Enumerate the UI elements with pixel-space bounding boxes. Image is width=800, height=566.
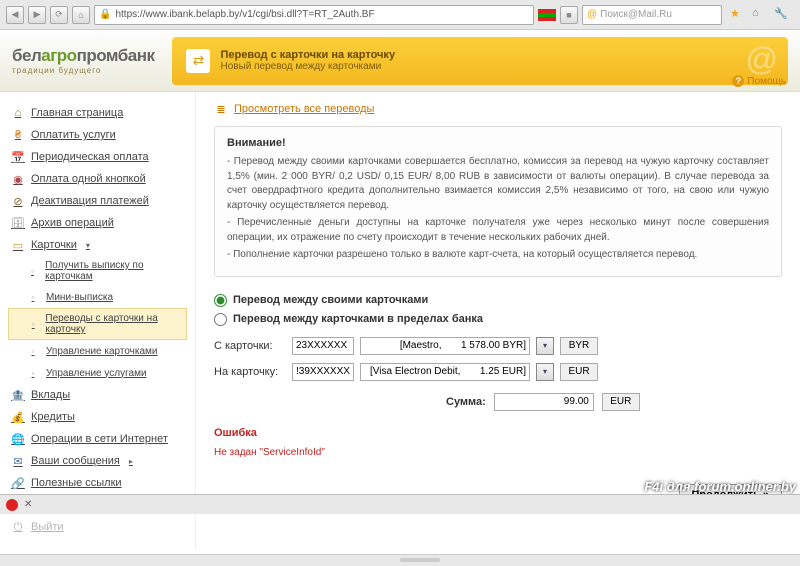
- sidebar-sub-statement[interactable]: ▫Получить выписку по карточкам: [8, 256, 187, 286]
- to-card-number[interactable]: [292, 363, 354, 381]
- link-icon: 🔗: [11, 476, 25, 490]
- doc-icon: ▫: [26, 290, 40, 304]
- doc-icon: ▫: [26, 264, 39, 278]
- home-icon: ⌂: [11, 106, 25, 120]
- archive-icon: 🗄: [11, 216, 25, 230]
- stop-button[interactable]: ■: [560, 6, 578, 24]
- back-button[interactable]: ◀: [6, 6, 24, 24]
- warning-title: Внимание!: [227, 137, 769, 149]
- radio-own-cards[interactable]: Перевод между своими карточками: [214, 291, 782, 310]
- logo-tagline: традиции будущего: [12, 66, 154, 75]
- sidebar-item-home[interactable]: ⌂Главная страница: [8, 102, 187, 124]
- sidebar-sub-transfer[interactable]: ▫Переводы с карточки на карточку: [8, 308, 187, 340]
- banner-icon: ⇄: [186, 49, 210, 73]
- card-icon: ▭: [11, 238, 25, 252]
- status-indicator-icon: [6, 499, 18, 511]
- sidebar-item-messages[interactable]: ✉Ваши сообщения▸: [8, 450, 187, 472]
- credit-icon: 💰: [11, 410, 25, 424]
- sidebar-item-pay[interactable]: ₴Оплатить услуги: [8, 124, 187, 146]
- sidebar-item-internet[interactable]: 🌐Операции в сети Интернет: [8, 428, 187, 450]
- reload-button[interactable]: ⟳: [50, 6, 68, 24]
- from-account-select[interactable]: [360, 337, 530, 355]
- search-placeholder: Поиск@Mail.Ru: [600, 9, 672, 20]
- help-link[interactable]: Помощь: [732, 75, 786, 87]
- status-close[interactable]: ✕: [24, 499, 32, 510]
- doc-icon: ▫: [26, 344, 40, 358]
- banner-title: Перевод с карточки на карточку: [220, 49, 395, 61]
- dropdown-button[interactable]: ▾: [536, 337, 554, 355]
- url-bar[interactable]: 🔒 https://www.ibank.belapb.by/v1/cgi/bsi…: [94, 5, 534, 25]
- error-message: Не задан "ServiceInfoId": [214, 447, 782, 458]
- sidebar-item-credits[interactable]: 💰Кредиты: [8, 406, 187, 428]
- globe-icon: 🌐: [11, 432, 25, 446]
- error-title: Ошибка: [214, 427, 782, 439]
- home-icon[interactable]: ⌂: [752, 7, 768, 23]
- sidebar-sub-mini[interactable]: ▫Мини-выписка: [8, 286, 187, 308]
- deactivate-icon: ⊘: [11, 194, 25, 208]
- wrench-icon[interactable]: 🔧: [774, 7, 790, 23]
- to-account-select[interactable]: [360, 363, 530, 381]
- exit-icon: ⏻: [11, 520, 25, 534]
- banner: ⇄ Перевод с карточки на карточку Новый п…: [172, 37, 788, 85]
- sidebar-item-exit[interactable]: ⏻Выйти: [8, 516, 187, 538]
- button-icon: ◉: [11, 172, 25, 186]
- dropdown-button[interactable]: ▾: [536, 363, 554, 381]
- home-button[interactable]: ⌂: [72, 6, 90, 24]
- status-bar: ✕: [0, 494, 800, 514]
- safe-icon: 🏦: [11, 388, 25, 402]
- envelope-icon: ✉: [11, 454, 25, 468]
- logo[interactable]: белагропромбанк традиции будущего: [12, 46, 154, 75]
- warning-text: - Пополнение карточки разрешено только в…: [227, 248, 769, 263]
- list-icon: ≣: [214, 102, 228, 116]
- url-text: https://www.ibank.belapb.by/v1/cgi/bsi.d…: [115, 9, 374, 20]
- warning-text: - Перевод между своими карточками соверш…: [227, 155, 769, 213]
- lock-icon: 🔒: [99, 9, 111, 20]
- to-label: На карточку:: [214, 366, 286, 378]
- sidebar-item-links[interactable]: 🔗Полезные ссылки: [8, 472, 187, 494]
- sidebar-item-deactivate[interactable]: ⊘Деактивация платежей: [8, 190, 187, 212]
- sum-currency: [602, 393, 640, 411]
- mail-icon: @: [587, 9, 597, 20]
- star-icon[interactable]: ★: [730, 7, 746, 23]
- browser-toolbar: ◀ ▶ ⟳ ⌂ 🔒 https://www.ibank.belapb.by/v1…: [0, 0, 800, 30]
- flag-icon: [538, 9, 556, 21]
- resize-handle[interactable]: [0, 554, 800, 566]
- sidebar-item-cards[interactable]: ▭Карточки▾: [8, 234, 187, 256]
- sum-input[interactable]: [494, 393, 594, 411]
- banner-subtitle: Новый перевод между карточками: [220, 61, 395, 72]
- radio-input[interactable]: [214, 294, 227, 307]
- radio-bank-cards[interactable]: Перевод между карточками в пределах банк…: [214, 310, 782, 329]
- sidebar-sub-manage-cards[interactable]: ▫Управление карточками: [8, 340, 187, 362]
- sidebar-item-periodic[interactable]: 📅Периодическая оплата: [8, 146, 187, 168]
- sum-label: Сумма:: [446, 396, 486, 408]
- banner-decoration: @: [746, 41, 778, 78]
- sidebar: ⌂Главная страница ₴Оплатить услуги 📅Пери…: [0, 92, 196, 548]
- sidebar-item-one-button[interactable]: ◉Оплата одной кнопкой: [8, 168, 187, 190]
- view-all-link[interactable]: Просмотреть все переводы: [234, 103, 374, 115]
- chevron-down-icon: ▾: [86, 241, 90, 250]
- radio-label: Перевод между карточками в пределах банк…: [233, 313, 483, 325]
- radio-input[interactable]: [214, 313, 227, 326]
- warning-panel: Внимание! - Перевод между своими карточк…: [214, 126, 782, 277]
- calendar-icon: 📅: [11, 150, 25, 164]
- doc-icon: ▫: [26, 366, 40, 380]
- search-box[interactable]: @ Поиск@Mail.Ru: [582, 5, 722, 25]
- sidebar-sub-manage-svc[interactable]: ▫Управление услугами: [8, 362, 187, 384]
- forward-button[interactable]: ▶: [28, 6, 46, 24]
- chevron-right-icon: ▸: [129, 457, 133, 466]
- from-card-number[interactable]: [292, 337, 354, 355]
- page-header: белагропромбанк традиции будущего ⇄ Пере…: [0, 30, 800, 92]
- from-label: С карточки:: [214, 340, 286, 352]
- sidebar-item-deposits[interactable]: 🏦Вклады: [8, 384, 187, 406]
- radio-label: Перевод между своими карточками: [233, 294, 428, 306]
- doc-icon: ▫: [27, 317, 39, 331]
- warning-text: - Перечисленные деньги доступны на карто…: [227, 216, 769, 245]
- sidebar-item-archive[interactable]: 🗄Архив операций: [8, 212, 187, 234]
- pay-icon: ₴: [11, 128, 25, 142]
- to-currency: [560, 363, 598, 381]
- from-currency: [560, 337, 598, 355]
- watermark: F4i для forum.onliner.by: [644, 479, 796, 494]
